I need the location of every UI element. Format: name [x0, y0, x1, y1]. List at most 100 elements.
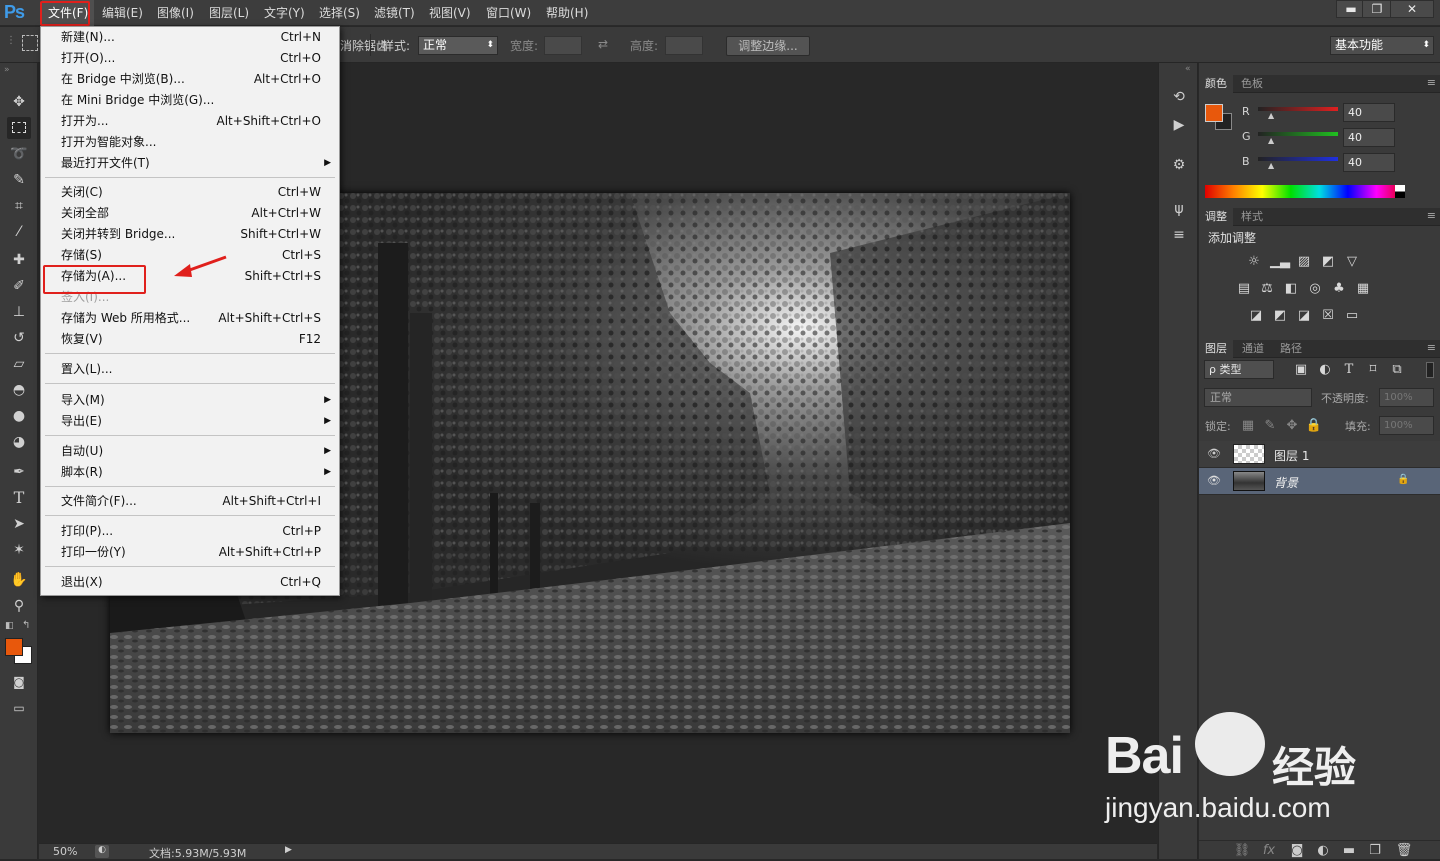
menu-item-automate[interactable]: 自动(U) ▶ [41, 441, 339, 462]
color-balance-icon[interactable]: ⚖ [1258, 281, 1276, 297]
blend-mode-select[interactable]: 正常 [1204, 388, 1312, 407]
swap-icon[interactable]: ⇄ [598, 37, 608, 51]
add-mask-icon[interactable]: ◙ [1288, 843, 1306, 859]
history-brush-tool-icon[interactable]: ↺ [7, 327, 31, 349]
menu-item-scripts[interactable]: 脚本(R) ▶ [41, 462, 339, 483]
lock-image-icon[interactable]: ✎ [1261, 418, 1279, 434]
fx-icon[interactable]: fx [1260, 843, 1278, 859]
menu-item-exit[interactable]: 退出(X) Ctrl+Q [41, 572, 339, 593]
style-select[interactable]: 正常 ⬍ [418, 36, 498, 55]
menu-item-open-as[interactable]: 打开为... Alt+Shift+Ctrl+O [41, 111, 339, 132]
menu-item-print-one-copy[interactable]: 打印一份(Y) Alt+Shift+Ctrl+P [41, 542, 339, 563]
close-button[interactable]: ✕ [1390, 0, 1434, 18]
panel-menu-icon[interactable]: ≡ [1427, 209, 1436, 222]
menu-item-close-go-bridge[interactable]: 关闭并转到 Bridge... Shift+Ctrl+W [41, 224, 339, 245]
ramp-bw[interactable] [1395, 185, 1405, 198]
refine-edge-button[interactable]: 调整边缘... [726, 36, 810, 56]
menu-item-save-for-web[interactable]: 存储为 Web 所用格式... Alt+Shift+Ctrl+S [41, 308, 339, 329]
brush-panel-icon[interactable]: ψ [1169, 199, 1189, 219]
menu-item-file-info[interactable]: 文件简介(F)... Alt+Shift+Ctrl+I [41, 491, 339, 512]
brush-presets-panel-icon[interactable]: ≡ [1169, 225, 1189, 245]
menu-image[interactable]: 图像(I) [151, 0, 200, 26]
menu-view[interactable]: 视图(V) [423, 0, 477, 26]
type-tool-icon[interactable]: T [7, 487, 31, 509]
menu-item-place[interactable]: 置入(L)... [41, 359, 339, 380]
panel-menu-icon[interactable]: ≡ [1427, 341, 1436, 354]
r-slider-handle-icon[interactable]: ▲ [1268, 111, 1274, 120]
tab-channels[interactable]: 通道 [1236, 340, 1270, 358]
filter-toggle[interactable] [1426, 362, 1434, 378]
fill-input[interactable]: 100% [1379, 416, 1434, 435]
share-icon[interactable]: ◐ [95, 845, 109, 858]
color-lookup-icon[interactable]: ▦ [1354, 281, 1372, 297]
brightness-icon[interactable]: ☼ [1245, 254, 1263, 270]
screen-mode-icon[interactable]: ▭ [7, 697, 31, 719]
collapse-icon[interactable]: » [4, 65, 10, 75]
filter-kind-select[interactable]: ρ 类型 [1204, 360, 1274, 379]
lock-position-icon[interactable]: ✥ [1283, 418, 1301, 434]
selective-color-icon[interactable]: ☒ [1319, 308, 1337, 324]
tab-layers[interactable]: 图层 [1199, 340, 1233, 358]
vibrance-icon[interactable]: ▽ [1343, 254, 1361, 270]
dodge-tool-icon[interactable]: ◕ [7, 431, 31, 453]
color-ramp[interactable] [1205, 185, 1405, 198]
width-input[interactable] [544, 36, 582, 55]
visibility-eye-icon[interactable]: 👁 [1207, 474, 1221, 487]
clone-stamp-tool-icon[interactable]: ⊥ [7, 301, 31, 323]
menu-item-browse-mini-bridge[interactable]: 在 Mini Bridge 中浏览(G)... [41, 90, 339, 111]
marquee-preset-icon[interactable] [22, 35, 38, 51]
menu-item-close[interactable]: 关闭(C) Ctrl+W [41, 182, 339, 203]
photo-filter-icon[interactable]: ◎ [1306, 281, 1324, 297]
g-slider-handle-icon[interactable]: ▲ [1268, 136, 1274, 145]
workspace-select[interactable]: 基本功能 ⬍ [1330, 36, 1434, 55]
status-menu-arrow-icon[interactable]: ▶ [285, 845, 292, 855]
filter-type-icon[interactable]: T [1340, 362, 1358, 378]
new-adjustment-icon[interactable]: ◐ [1314, 843, 1332, 859]
paint-bucket-tool-icon[interactable]: ◓ [7, 379, 31, 401]
curves-icon[interactable]: ▨ [1295, 254, 1313, 270]
pen-tool-icon[interactable]: ✒ [7, 461, 31, 483]
hue-saturation-icon[interactable]: ▤ [1235, 281, 1253, 297]
zoom-tool-icon[interactable]: ⚲ [7, 595, 31, 617]
lock-transparent-icon[interactable]: ▦ [1239, 418, 1257, 434]
levels-icon[interactable]: ▁▃ [1270, 254, 1290, 270]
history-panel-icon[interactable]: ⟲ [1169, 87, 1189, 107]
menu-filter[interactable]: 滤镜(T) [368, 0, 421, 26]
quick-select-tool-icon[interactable]: ✎ [7, 169, 31, 191]
actions-panel-icon[interactable]: ▶ [1169, 115, 1189, 135]
layer-row[interactable]: 👁 图层 1 [1199, 441, 1440, 468]
menu-item-browse-bridge[interactable]: 在 Bridge 中浏览(B)... Alt+Ctrl+O [41, 69, 339, 90]
delete-layer-icon[interactable]: 🗑 [1395, 843, 1413, 859]
eyedropper-tool-icon[interactable]: ⁄ [7, 221, 31, 243]
filter-shape-icon[interactable]: ⌑ [1364, 362, 1382, 378]
filter-smart-object-icon[interactable]: ⧉ [1388, 362, 1406, 378]
menu-item-revert[interactable]: 恢复(V) F12 [41, 329, 339, 350]
menu-item-close-all[interactable]: 关闭全部 Alt+Ctrl+W [41, 203, 339, 224]
menu-layer[interactable]: 图层(L) [203, 0, 255, 26]
marquee-tool-icon[interactable] [7, 117, 31, 139]
black-white-icon[interactable]: ◧ [1282, 281, 1300, 297]
healing-brush-tool-icon[interactable]: ✚ [7, 249, 31, 271]
properties-panel-icon[interactable]: ⚙ [1169, 155, 1189, 175]
opacity-input[interactable]: 100% [1379, 388, 1434, 407]
invert-icon[interactable]: ◪ [1247, 308, 1265, 324]
menu-window[interactable]: 窗口(W) [480, 0, 537, 26]
tab-styles[interactable]: 样式 [1235, 208, 1269, 226]
menu-item-open-smart-object[interactable]: 打开为智能对象... [41, 132, 339, 153]
menu-item-recent[interactable]: 最近打开文件(T) ▶ [41, 153, 339, 174]
restore-button[interactable]: ❐ [1362, 0, 1392, 18]
tab-swatches[interactable]: 色板 [1235, 75, 1269, 93]
new-layer-icon[interactable]: ❐ [1366, 843, 1384, 859]
menu-edit[interactable]: 编辑(E) [96, 0, 149, 26]
eraser-tool-icon[interactable]: ▱ [7, 353, 31, 375]
lasso-tool-icon[interactable]: ➰ [7, 143, 31, 165]
menu-item-import[interactable]: 导入(M) ▶ [41, 390, 339, 411]
layer-name[interactable]: 背景 [1274, 474, 1298, 491]
collapse-dock-icon[interactable]: « [1185, 64, 1191, 74]
blur-tool-icon[interactable]: ● [7, 405, 31, 427]
panel-menu-icon[interactable]: ≡ [1427, 76, 1436, 89]
visibility-eye-icon[interactable]: 👁 [1207, 447, 1221, 460]
move-tool-icon[interactable]: ✥ [7, 91, 31, 113]
default-colors-icon[interactable]: ◧ [5, 621, 14, 631]
tab-adjustments[interactable]: 调整 [1199, 208, 1233, 226]
